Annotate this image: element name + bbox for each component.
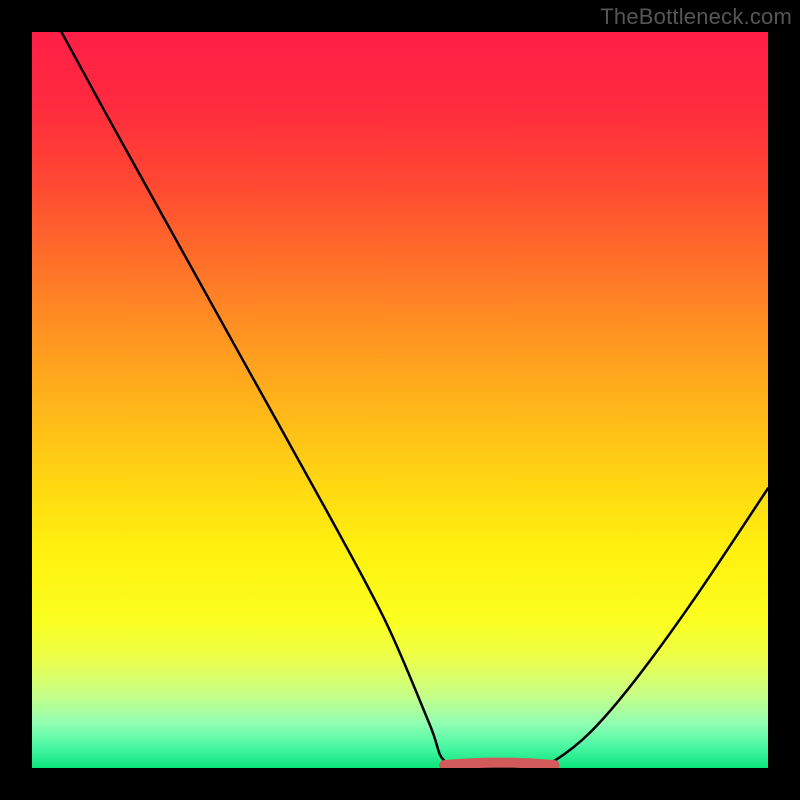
optimal-range-marker bbox=[444, 763, 554, 766]
bottleneck-chart bbox=[0, 0, 800, 800]
chart-plot-area bbox=[32, 32, 768, 768]
chart-stage: TheBottleneck.com bbox=[0, 0, 800, 800]
attribution-label: TheBottleneck.com bbox=[600, 4, 792, 30]
